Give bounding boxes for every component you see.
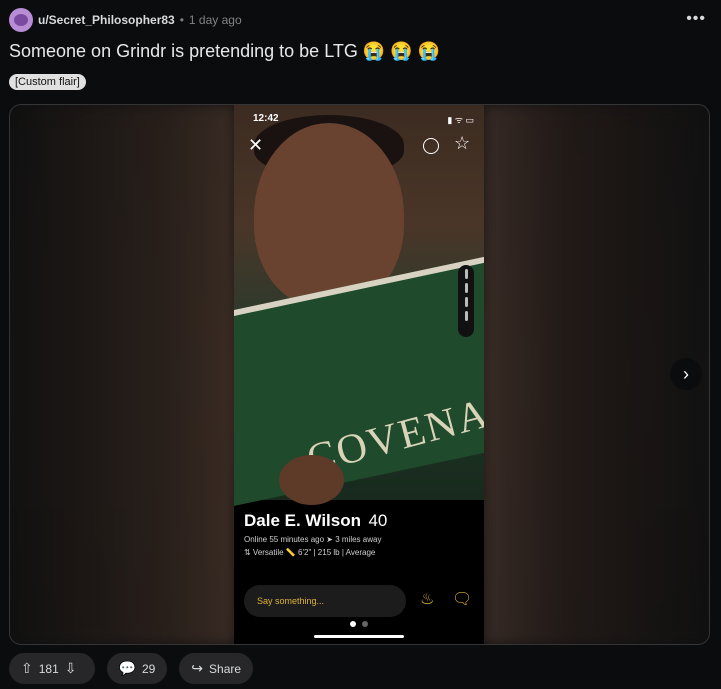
phone-status-icons: ▮ ᯤ ▭ [447, 115, 474, 125]
vote-count: 181 [38, 661, 59, 676]
close-icon: ✕ [248, 135, 264, 155]
photo-scrubber [458, 265, 474, 337]
share-label: Share [209, 661, 242, 676]
chat-icon: 🗨 [452, 591, 473, 608]
photo-pager [347, 614, 371, 632]
flame-icon: ♨ [420, 591, 435, 608]
profile-info: Dale E. Wilson 40 Online 55 minutes ago … [244, 511, 387, 557]
screenshot-image: COVENANT 12:42 ▮ ᯤ ▭ ✕ ☆ Dale E. Wilson … [234, 105, 484, 644]
avatar[interactable] [9, 8, 33, 32]
share-icon: ↪ [191, 660, 204, 676]
more-icon[interactable]: ••• [686, 10, 706, 28]
downvote-icon[interactable]: ⇩ [65, 660, 77, 677]
timestamp: 1 day ago [188, 13, 242, 27]
vote-pill: ⇧ 181 ⇩ [9, 653, 95, 684]
message-placeholder: Say something... [257, 596, 325, 606]
profile-age: 40 [368, 511, 388, 530]
profile-photo: COVENANT [234, 105, 484, 506]
home-indicator [314, 635, 404, 638]
hand-shape [279, 455, 344, 505]
post-actions: ⇧ 181 ⇩ 💬 29 ↪ Share [9, 653, 254, 684]
share-button[interactable]: ↪ Share [179, 653, 254, 684]
profile-meta-stats: ⇅ Versatile 📏 6'2" | 215 lb | Average [244, 548, 376, 557]
media-viewer[interactable]: COVENANT 12:42 ▮ ᯤ ▭ ✕ ☆ Dale E. Wilson … [9, 104, 710, 645]
upvote-icon[interactable]: ⇧ [21, 660, 33, 677]
post-header: u/Secret_Philosopher83 • 1 day ago ••• [9, 8, 712, 32]
message-input: Say something... [244, 585, 406, 617]
phone-status-time: 12:42 [253, 113, 279, 124]
profile-meta-online: Online 55 minutes ago ➤ 3 miles away [244, 535, 382, 544]
profile-icon [423, 138, 439, 154]
blurred-background-left [10, 105, 235, 644]
comment-icon: 💬 [118, 660, 136, 676]
chevron-right-icon[interactable]: › [670, 358, 702, 390]
comments-button[interactable]: 💬 29 [106, 653, 168, 684]
star-icon: ☆ [454, 133, 471, 153]
separator-dot: • [179, 13, 184, 27]
profile-name: Dale E. Wilson [244, 511, 361, 530]
post-title: Someone on Grindr is pretending to be LT… [9, 41, 441, 61]
username[interactable]: u/Secret_Philosopher83 [38, 13, 175, 27]
comment-count: 29 [141, 661, 156, 676]
post-flair: [Custom flair] [9, 74, 86, 90]
